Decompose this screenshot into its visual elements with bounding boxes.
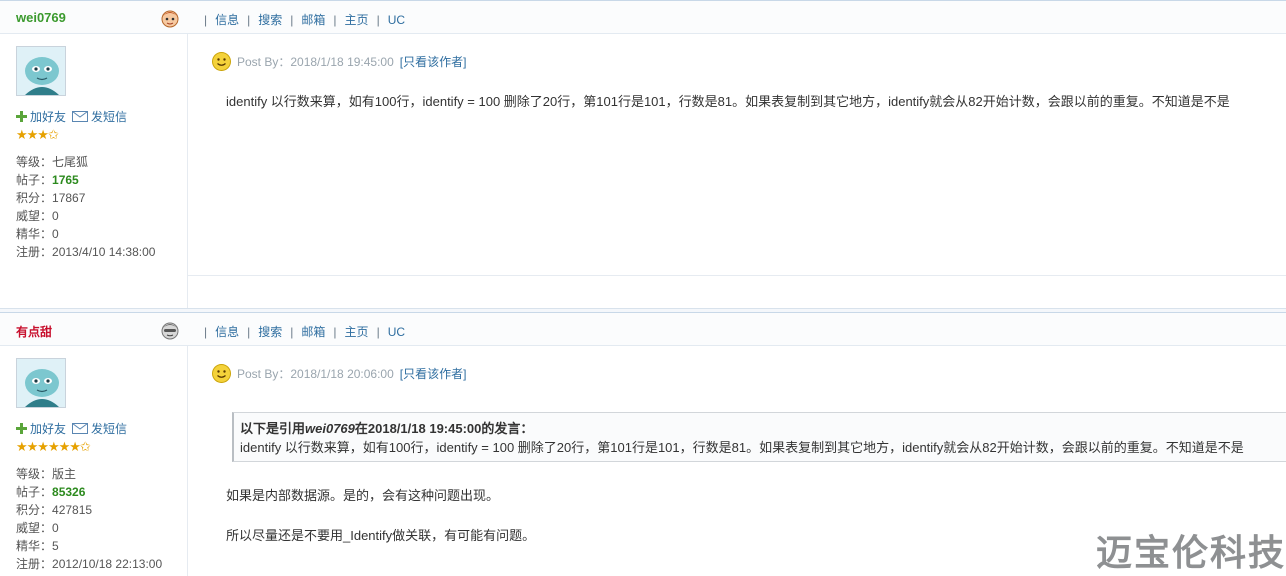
quote-block: 以下是引用wei0769在2018/1/18 19:45:00的发言： iden… [232,412,1286,462]
user-actions: 加好友 发短信 [16,420,127,437]
add-friend-icon [16,423,27,434]
watermark: 迈宝伦科技 [1095,533,1286,574]
post-content-line-2: 所以尽量还是不要用_Identify做关联，有可能有问题。 [226,528,536,543]
username[interactable]: 有点甜 [16,323,52,340]
quote-header: 以下是引用wei0769在2018/1/18 19:45:00的发言： [240,421,534,436]
quote-text: identify 以行数来算，如有100行，identify = 100 删除了… [240,440,1244,455]
add-friend-link[interactable]: 加好友 [30,108,66,125]
stat-registered: 注册：2012/10/18 22:13:00 [16,557,163,571]
avatar-image [17,359,65,407]
stat-prestige: 威望：0 [16,209,59,223]
rank-stars: ★★★✩ [16,127,59,142]
stat-registered: 注册：2013/4/10 14:38:00 [16,245,156,259]
stat-posts: 帖子：85326 [16,485,86,499]
username[interactable]: wei0769 [16,10,66,25]
add-friend-icon [16,111,27,122]
user-face-icon [161,322,179,340]
stat-points: 积分：427815 [16,503,93,517]
post-meta: Post By：2018/1/18 20:06:00 [只看该作者] [212,364,466,383]
rank-stars: ★★★★★★✩ [16,439,91,454]
stat-level: 等级：七尾狐 [16,155,89,169]
user-stats: 等级：七尾狐 帖子：1765 积分：17867 威望：0 精华：0 注册：201… [16,153,155,261]
post-content: identify 以行数来算，如有100行，identify = 100 删除了… [226,94,1230,109]
send-message-link[interactable]: 发短信 [91,108,127,125]
post-meta: Post By：2018/1/18 19:45:00 [只看该作者] [212,52,466,71]
stat-level: 等级：版主 [16,467,77,481]
stat-posts: 帖子：1765 [16,173,79,187]
user-stats: 等级：版主 帖子：85326 积分：427815 威望：0 精华：5 注册：20… [16,465,162,573]
stat-essence: 精华：0 [16,227,59,241]
user-actions: 加好友 发短信 [16,108,127,125]
post-time: Post By：2018/1/18 20:06:00 [237,367,394,381]
send-message-link[interactable]: 发短信 [91,420,127,437]
smiley-icon [212,364,231,383]
only-author-link[interactable]: [只看该作者] [400,53,467,70]
post-content-line-1: 如果是内部数据源。是的，会有这种问题出现。 [226,488,500,503]
avatar[interactable] [16,46,66,96]
stat-essence: 精华：5 [16,539,59,553]
avatar[interactable] [16,358,66,408]
post-1: wei0769 | 信息 | 搜索 | 邮箱 | 主页 | UC 加好友 发短信… [0,0,1286,308]
user-face-icon [161,10,179,28]
post-body: Post By：2018/1/18 19:45:00 [只看该作者] ident… [188,0,1286,308]
smiley-icon [212,52,231,71]
message-envelope-icon [72,111,89,122]
message-envelope-icon [72,423,89,434]
post-time: Post By：2018/1/18 19:45:00 [237,55,394,69]
avatar-image [17,47,65,95]
divider [188,275,1286,276]
add-friend-link[interactable]: 加好友 [30,420,66,437]
only-author-link[interactable]: [只看该作者] [400,365,467,382]
stat-points: 积分：17867 [16,191,86,205]
post-2: 有点甜 | 信息 | 搜索 | 邮箱 | 主页 | UC 加好友 发短信 ★★★… [0,312,1286,576]
stat-prestige: 威望：0 [16,521,59,535]
